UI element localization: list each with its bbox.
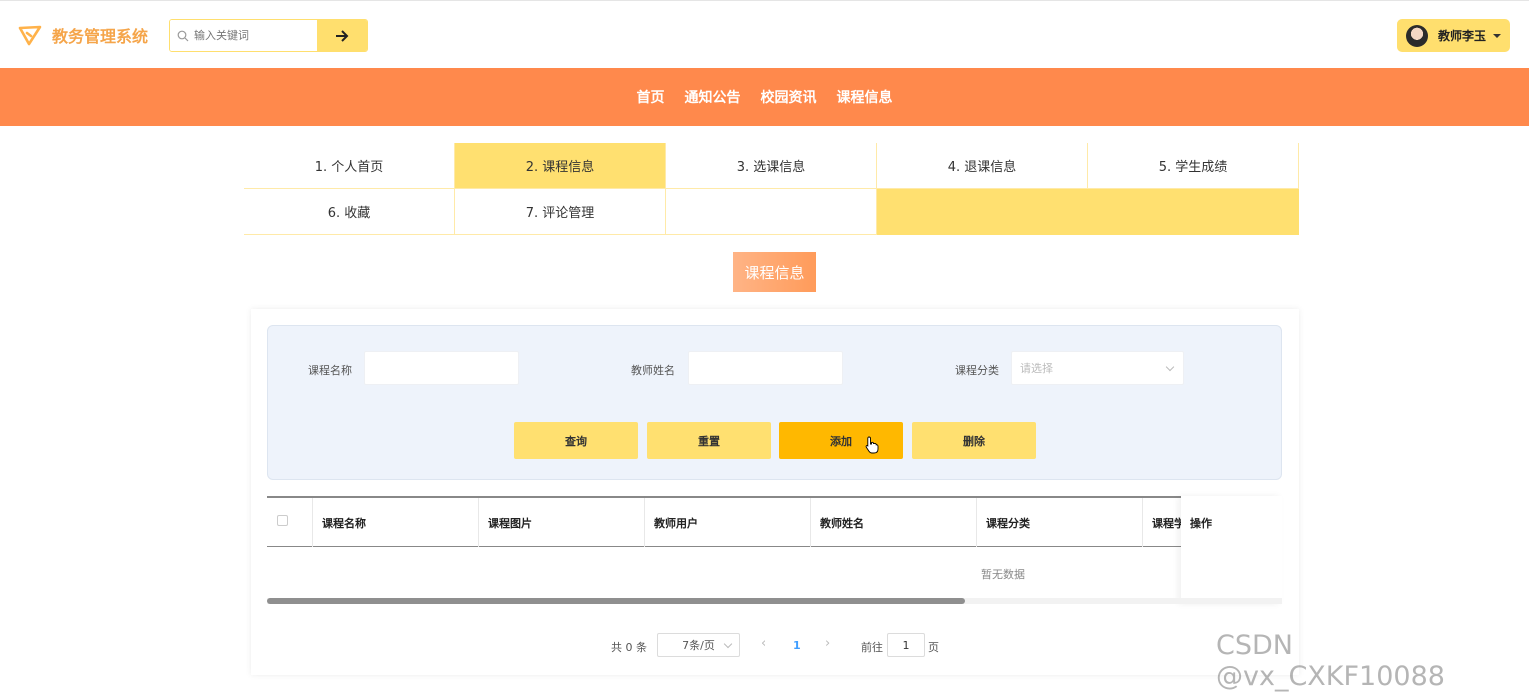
pagination-total: 共 0 条: [611, 641, 647, 654]
app-title: 教务管理系统: [52, 27, 149, 46]
menu-item-profile[interactable]: 1. 个人首页: [244, 143, 455, 189]
user-menu[interactable]: 教师李玉: [1397, 19, 1510, 52]
caret-down-icon: [1493, 33, 1502, 38]
menu-item-favorites[interactable]: 6. 收藏: [244, 189, 455, 235]
main-nav: 首页 通知公告 校园资讯 课程信息: [0, 68, 1529, 126]
page-size-value: 7条/页: [682, 639, 715, 652]
menu-item-withdrawal[interactable]: 4. 退课信息: [877, 143, 1088, 189]
query-button-label: 查询: [565, 434, 587, 448]
watermark-text: CSDN @vx_CXKF10088: [1216, 630, 1445, 692]
search-field-wrap: [170, 20, 317, 51]
filter-box: 课程名称 教师姓名 课程分类 请选择 查询 重置 添加 删除: [267, 325, 1282, 480]
next-page-button[interactable]: ›: [825, 636, 830, 651]
query-button[interactable]: 查询: [514, 422, 638, 459]
page-suffix: 页: [928, 641, 939, 654]
col-course-image[interactable]: 课程图片: [479, 498, 645, 547]
chevron-down-icon: [1165, 362, 1175, 372]
delete-button-label: 删除: [963, 434, 985, 448]
table-horizontal-scrollbar[interactable]: [267, 598, 1282, 604]
category-placeholder: 请选择: [1020, 362, 1053, 375]
scrollbar-thumb[interactable]: [267, 598, 965, 604]
page-size-select[interactable]: 7条/页: [657, 633, 740, 657]
avatar: [1406, 24, 1428, 47]
select-all-checkbox[interactable]: [277, 515, 288, 526]
add-button[interactable]: 添加: [779, 422, 903, 459]
table-header: 课程名称 课程图片 教师用户 教师姓名 课程分类 课程学: [267, 496, 1282, 547]
prev-page-button[interactable]: ‹: [761, 636, 766, 651]
header-search: [169, 19, 368, 52]
pagination: 共 0 条 7条/页 ‹ 1 › 前往 1 页: [251, 633, 1299, 657]
nav-item-home[interactable]: 首页: [637, 87, 665, 107]
col-course-category[interactable]: 课程分类: [977, 498, 1143, 547]
course-name-label: 课程名称: [308, 364, 352, 377]
content-panel: 课程名称 教师姓名 课程分类 请选择 查询 重置 添加 删除 课程名称 课程图片…: [251, 309, 1299, 675]
nav-item-courses[interactable]: 课程信息: [837, 87, 893, 107]
category-select[interactable]: 请选择: [1011, 351, 1184, 385]
col-actions: 操作: [1190, 516, 1212, 530]
page-title: 课程信息: [733, 252, 816, 292]
user-name: 教师李玉: [1438, 29, 1487, 43]
menu-item-course-info[interactable]: 2. 课程信息: [455, 143, 666, 189]
search-icon: [177, 30, 189, 41]
col-teacher-user[interactable]: 教师用户: [645, 498, 811, 547]
center-menu: 1. 个人首页 2. 课程信息 3. 选课信息 4. 退课信息 5. 学生成绩 …: [244, 143, 1299, 235]
goto-label: 前往: [861, 641, 883, 654]
menu-item-grades[interactable]: 5. 学生成绩: [1088, 143, 1299, 189]
menu-item-selection[interactable]: 3. 选课信息: [666, 143, 877, 189]
hand-cursor-icon: [865, 436, 879, 454]
select-all-cell: [267, 498, 313, 547]
search-input[interactable]: [194, 29, 314, 42]
nav-item-notices[interactable]: 通知公告: [685, 87, 741, 107]
menu-item-comments[interactable]: 7. 评论管理: [455, 189, 666, 235]
course-name-input[interactable]: [364, 351, 519, 385]
chevron-down-icon: [723, 639, 733, 649]
col-teacher-name[interactable]: 教师姓名: [811, 498, 977, 547]
goto-page-input[interactable]: 1: [887, 633, 925, 657]
arrow-right-icon: [336, 29, 349, 42]
page-number-current[interactable]: 1: [793, 639, 801, 652]
category-label: 课程分类: [955, 364, 999, 377]
delete-button[interactable]: 删除: [912, 422, 1036, 459]
col-course-name[interactable]: 课程名称: [313, 498, 479, 547]
app-logo[interactable]: 教务管理系统: [18, 23, 148, 47]
paper-plane-icon: [18, 25, 42, 46]
menu-fill-block: [877, 189, 1299, 235]
teacher-name-input[interactable]: [688, 351, 843, 385]
add-button-label: 添加: [830, 434, 852, 448]
teacher-name-label: 教师姓名: [631, 364, 675, 377]
reset-button[interactable]: 重置: [647, 422, 771, 459]
top-header: 教务管理系统 教师李玉: [0, 0, 1529, 68]
empty-table-text: 暂无数据: [981, 568, 1025, 581]
menu-empty-cell: [666, 189, 877, 235]
search-submit-button[interactable]: [317, 20, 367, 51]
actions-fixed-column: 操作: [1181, 496, 1282, 604]
reset-button-label: 重置: [698, 434, 720, 448]
nav-item-news[interactable]: 校园资讯: [761, 87, 817, 107]
